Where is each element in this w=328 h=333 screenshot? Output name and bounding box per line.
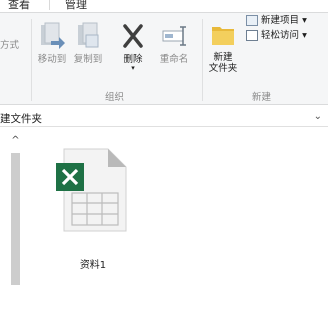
easy-access-dropdown-icon: ▾ <box>302 30 307 41</box>
scroll-thumb[interactable] <box>11 153 20 285</box>
new-item-icon <box>246 15 258 26</box>
group-divider <box>31 19 32 101</box>
copy-to-label: 复制到 <box>73 54 103 65</box>
move-to-icon <box>41 22 65 49</box>
easy-access-button[interactable]: 轻松访问 ▾ <box>246 30 328 41</box>
rename-label: 重命名 <box>159 54 189 65</box>
address-path[interactable]: 建文件夹 <box>0 111 42 126</box>
new-item-dropdown-icon: ▾ <box>302 15 307 26</box>
delete-dropdown-icon[interactable]: ▾ <box>118 65 148 72</box>
file-name[interactable]: 资料1 <box>48 256 138 271</box>
move-to-label: 移动到 <box>37 54 67 65</box>
delete-icon <box>123 24 143 48</box>
new-item-button[interactable]: 新建项目 ▾ <box>246 15 328 26</box>
rename-icon <box>162 26 186 46</box>
tab-view[interactable]: 查看 <box>8 0 30 12</box>
file-pane[interactable]: ^ 资料1 <box>0 127 328 333</box>
tab-manage[interactable]: 管理 <box>65 0 87 12</box>
move-to-button[interactable]: 移动到 <box>34 21 70 65</box>
organize-group-label: 组织 <box>105 92 125 103</box>
ribbon-tabs: 查看 管理 <box>0 0 328 12</box>
new-item-label: 新建项目 <box>261 15 300 26</box>
address-bar[interactable]: 建文件夹 ⌄ <box>0 109 328 127</box>
vertical-scrollbar[interactable]: ^ <box>10 135 21 333</box>
new-folder-button[interactable]: 新建 文件夹 <box>204 19 242 74</box>
ribbon: 方式 移动到 复制到 删除 ▾ 重命名 组织 新建 文件夹 新建项目 ▾ 轻松访… <box>0 12 328 105</box>
delete-button[interactable]: 删除 ▾ <box>118 21 148 72</box>
ribbon-cut-label: 方式 <box>0 40 20 51</box>
new-folder-icon <box>212 27 234 45</box>
copy-to-button[interactable]: 复制到 <box>70 21 106 65</box>
easy-access-icon <box>246 30 258 41</box>
new-folder-label-2: 文件夹 <box>208 63 238 74</box>
copy-to-icon <box>78 22 99 48</box>
chevron-down-icon[interactable]: ⌄ <box>314 111 322 122</box>
scroll-up-icon[interactable]: ^ <box>10 135 21 147</box>
new-group-label: 新建 <box>252 92 272 103</box>
easy-access-label: 轻松访问 <box>261 30 300 41</box>
tab-divider <box>49 0 50 10</box>
excel-file-icon <box>56 148 127 232</box>
group-divider <box>202 19 203 101</box>
rename-button[interactable]: 重命名 <box>155 21 193 65</box>
file-item[interactable]: 资料1 <box>48 147 138 271</box>
new-folder-label-1: 新建 <box>213 52 233 63</box>
